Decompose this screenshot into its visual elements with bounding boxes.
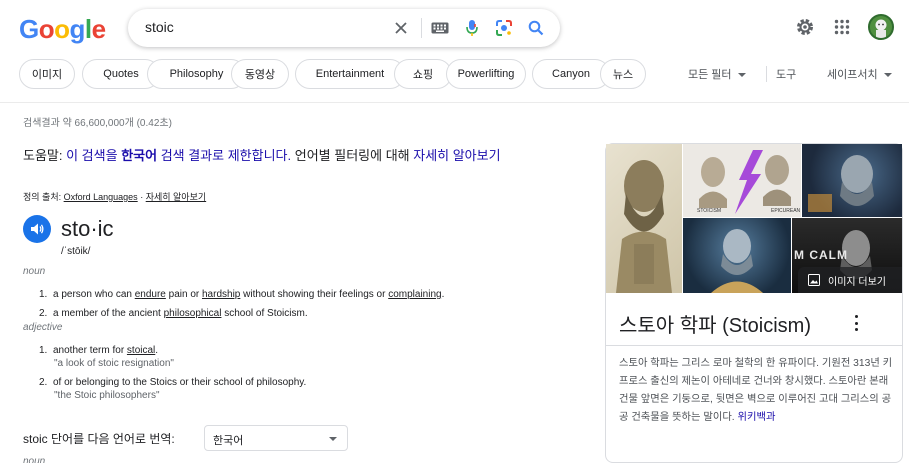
chip-news[interactable]: 뉴스: [600, 59, 646, 89]
chevron-down-icon: [883, 73, 892, 78]
definition-item: 2. of or belonging to the Stoics or their…: [39, 377, 307, 388]
definition-learn-more-link[interactable]: 자세히 알아보기: [146, 192, 206, 202]
image-stoic-portrait[interactable]: [802, 144, 902, 217]
more-images-button[interactable]: 이미지 더보기: [798, 267, 902, 293]
close-icon[interactable]: [391, 18, 411, 38]
pronunciation: /ˈstōik/: [61, 246, 91, 257]
chevron-down-icon: [737, 73, 746, 78]
search-input[interactable]: stoic: [145, 19, 174, 35]
knowledge-panel-divider: [605, 345, 903, 346]
header-divider: [0, 102, 909, 103]
chip-images[interactable]: 이미지: [19, 59, 75, 89]
part-of-speech-adjective: adjective: [23, 322, 63, 333]
restrict-korean-link[interactable]: 이 검색을 한국어 검색 결과로 제한합니다.: [66, 148, 291, 163]
header: Google stoic: [0, 0, 909, 56]
image-caption: M CALM: [794, 248, 848, 262]
chip-videos[interactable]: 동영상: [231, 59, 289, 89]
word-link[interactable]: stoical: [127, 345, 155, 356]
definition-item: 1. another term for stoical.: [39, 345, 159, 356]
image-statue-bust[interactable]: [606, 144, 682, 293]
chevron-down-icon: [329, 437, 337, 441]
definition-example: "the Stoic philosophers": [54, 390, 160, 401]
gear-icon[interactable]: [791, 13, 819, 41]
logo-letter: o: [38, 14, 55, 44]
microphone-icon[interactable]: [462, 18, 482, 38]
definition-example: "a look of stoic resignation": [54, 358, 174, 369]
speaker-icon[interactable]: [23, 215, 51, 243]
learn-more-link[interactable]: 자세히 알아보기: [413, 148, 500, 163]
chip-shopping[interactable]: 쇼핑: [394, 59, 452, 89]
part-of-speech-noun-translation: noun: [23, 456, 46, 463]
image-stoic-statue-blue[interactable]: [683, 218, 791, 293]
word-link[interactable]: complaining: [388, 289, 441, 300]
logo-letter: o: [54, 14, 70, 44]
image-stoicism-epicurean[interactable]: STOICISM EPICUREAN: [683, 144, 801, 217]
definition-source: 정의 출처: Oxford Languages · 자세히 알아보기: [23, 192, 207, 202]
image-caption: STOICISM: [697, 208, 722, 214]
image-caption: EPICUREAN: [771, 208, 801, 214]
language-select[interactable]: 한국어: [204, 425, 348, 451]
chip-entertainment[interactable]: Entertainment: [295, 59, 405, 89]
logo-letter: g: [69, 14, 86, 44]
knowledge-panel-description: 스토아 학파는 그리스 로마 철학의 한 유파이다. 기원전 313년 키프로스…: [619, 358, 893, 423]
google-lens-icon[interactable]: [494, 18, 514, 38]
apps-grid-icon[interactable]: [828, 13, 856, 41]
chip-powerlifting[interactable]: Powerlifting: [446, 59, 526, 89]
search-box[interactable]: stoic: [128, 9, 560, 47]
search-divider: [421, 18, 422, 38]
search-icon[interactable]: [526, 18, 546, 38]
image-icon: [808, 274, 820, 286]
dictionary-word: sto·ic: [61, 216, 114, 241]
logo-letter: G: [19, 14, 39, 44]
logo-letter: e: [91, 14, 106, 44]
definition-item: 2. a member of the ancient philosophical …: [39, 308, 308, 319]
tools-button[interactable]: 도구: [776, 66, 796, 82]
safesearch-button[interactable]: 세이프서치: [827, 66, 892, 82]
all-filters-button[interactable]: 모든 필터: [688, 66, 746, 82]
wikipedia-link[interactable]: 위키백과: [738, 412, 776, 423]
more-options-icon[interactable]: [852, 315, 860, 331]
word-link[interactable]: philosophical: [164, 308, 222, 319]
translate-label: stoic 단어를 다음 언어로 번역:: [23, 432, 175, 446]
google-logo[interactable]: Google: [19, 14, 106, 45]
word-link[interactable]: endure: [135, 289, 166, 300]
logo-letter: l: [84, 14, 92, 44]
knowledge-panel-title: 스토아 학파 (Stoicism): [619, 315, 811, 337]
avatar[interactable]: [868, 14, 894, 40]
language-tip: 도움말: 이 검색을 한국어 검색 결과로 제한합니다. 언어별 필터링에 대해…: [23, 148, 501, 163]
result-stats: 검색결과 약 66,600,000개 (0.42초): [23, 118, 172, 129]
part-of-speech-noun: noun: [23, 266, 46, 277]
word-link[interactable]: hardship: [202, 289, 240, 300]
definition-item: 1. a person who can endure pain or hardsh…: [39, 289, 445, 300]
oxford-languages-link[interactable]: Oxford Languages: [64, 192, 138, 202]
tools-divider: [766, 66, 767, 82]
keyboard-icon[interactable]: [430, 18, 450, 38]
chip-canyon[interactable]: Canyon: [532, 59, 610, 89]
